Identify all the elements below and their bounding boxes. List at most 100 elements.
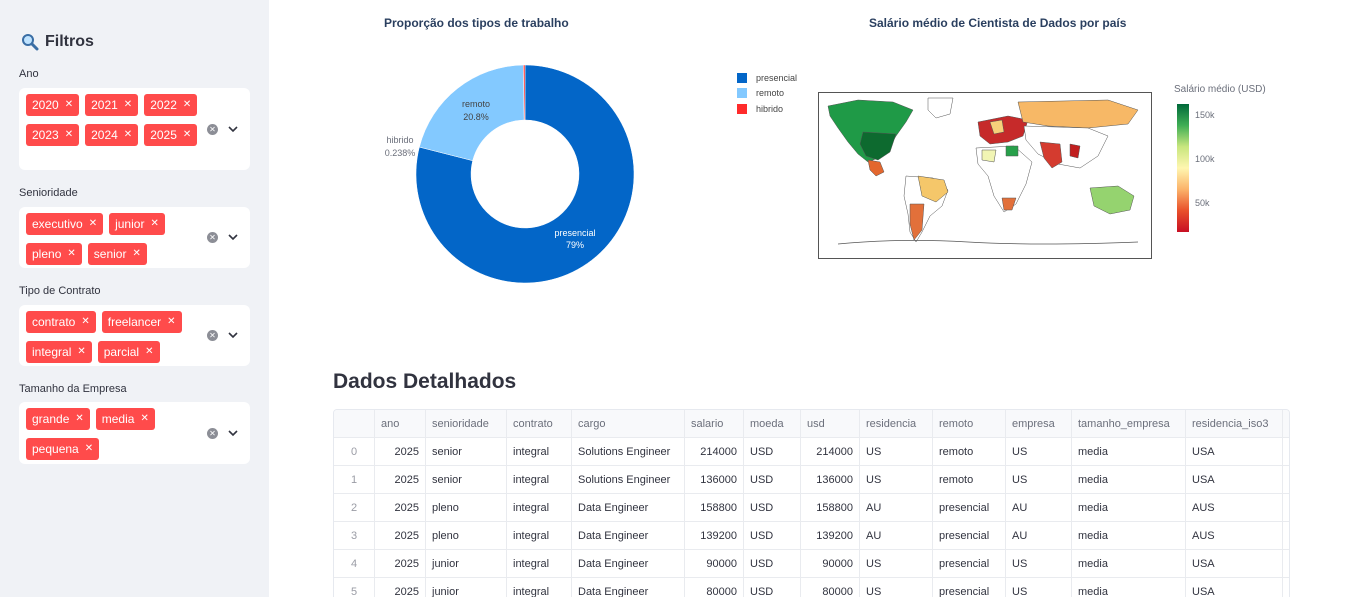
table-cell: US [860,438,933,465]
column-header[interactable]: contrato [507,410,572,437]
filter-chip[interactable]: freelancer ✕ [101,311,182,333]
table-cell: USD [744,550,801,577]
table-row[interactable]: 1 2025 senior integral Solutions Engineer 136… [334,466,1289,494]
chip-remove-icon[interactable]: ✕ [65,100,73,110]
donut-label-presencial-name: presencial [554,228,595,238]
multiselect-contrato[interactable]: contrato ✕ freelancer ✕ integral ✕ parcial ✕ ✕ [19,305,250,366]
filter-chip[interactable]: junior ✕ [109,213,165,235]
chip-remove-icon[interactable]: ✕ [65,130,73,140]
table-cell: USA [1186,438,1283,465]
chip-remove-icon[interactable]: ✕ [132,249,140,259]
filter-chip[interactable]: grande ✕ [26,408,90,430]
table-cell: media [1072,578,1186,597]
column-header[interactable] [334,410,375,437]
column-header[interactable]: tamanho_empresa [1072,410,1186,437]
filter-chip[interactable]: 2024 ✕ [85,124,139,146]
region-russia[interactable] [1017,99,1139,129]
column-header[interactable]: residencia [860,410,933,437]
column-header[interactable]: cargo [572,410,685,437]
colorbar-tick: 50k [1195,198,1210,208]
filter-chip[interactable]: senior ✕ [87,243,147,265]
chevron-down-icon[interactable] [228,124,238,134]
column-header[interactable]: salario [685,410,744,437]
filter-chip[interactable]: parcial ✕ [97,341,160,363]
column-header[interactable]: usd [801,410,860,437]
section-title: Dados Detalhados [333,370,517,393]
column-header[interactable]: ano [375,410,426,437]
chip-remove-icon[interactable]: ✕ [124,100,132,110]
table-cell: junior [426,550,507,577]
colorbar [1177,104,1189,232]
chip-remove-icon[interactable]: ✕ [75,414,83,424]
column-header[interactable]: senioridade [426,410,507,437]
data-table[interactable]: ano senioridade contrato cargo salario moeda u… [333,409,1290,597]
chip-remove-icon[interactable]: ✕ [124,130,132,140]
filter-chip[interactable]: 2020 ✕ [26,94,80,116]
chevron-down-icon[interactable] [228,428,238,438]
region-egypt[interactable] [1005,145,1019,157]
multiselect-ano[interactable]: 2020 ✕ 2021 ✕ 2022 ✕ 2023 ✕ 2024 ✕ 2025 ✕ ✕ [19,88,250,170]
chip-remove-icon[interactable]: ✕ [89,219,97,229]
chip-remove-icon[interactable]: ✕ [67,249,75,259]
donut-label-hibrido-pct: 0.238% [385,148,416,158]
chip-remove-icon[interactable]: ✕ [167,317,175,327]
chip-remove-icon[interactable]: ✕ [145,347,153,357]
clear-icon[interactable]: ✕ [207,232,218,243]
chip-remove-icon[interactable]: ✕ [183,130,191,140]
filter-chip[interactable]: 2021 ✕ [85,94,139,116]
table-row[interactable]: 4 2025 junior integral Data Engineer 90000 USD… [334,550,1289,578]
filter-chip[interactable]: media ✕ [95,408,155,430]
filter-chip[interactable]: executivo ✕ [26,213,104,235]
chip-remove-icon[interactable]: ✕ [85,444,93,454]
legend-item-remoto[interactable]: remoto [737,88,784,98]
column-header[interactable]: empresa [1006,410,1072,437]
column-header[interactable]: remoto [933,410,1006,437]
clear-icon[interactable]: ✕ [207,330,218,341]
chip-remove-icon[interactable]: ✕ [77,347,85,357]
multiselect-senioridade[interactable]: executivo ✕ junior ✕ pleno ✕ senior ✕ ✕ [19,207,250,268]
legend-item-presencial[interactable]: presencial [737,73,797,83]
chip-remove-icon[interactable]: ✕ [183,100,191,110]
chip-remove-icon[interactable]: ✕ [81,317,89,327]
chevron-down-icon[interactable] [228,330,238,340]
table-cell: integral [507,438,572,465]
chevron-down-icon[interactable] [228,232,238,242]
chip-label: 2022 [150,98,177,112]
column-header[interactable]: moeda [744,410,801,437]
table-cell: 139200 [685,522,744,549]
table-cell: USA [1186,578,1283,597]
app: Filtros Ano 2020 ✕ 2021 ✕ 2022 ✕ 2023 ✕ 2024 ✕ 202… [0,0,1354,597]
filter-chip[interactable]: pleno ✕ [26,243,82,265]
clear-icon[interactable]: ✕ [207,124,218,135]
column-header[interactable]: residencia_iso3 [1186,410,1283,437]
clear-icon[interactable]: ✕ [207,428,218,439]
legend-label: remoto [756,88,785,98]
table-cell: 158800 [685,494,744,521]
table-cell: USA [1186,550,1283,577]
chip-remove-icon[interactable]: ✕ [150,219,158,229]
filter-chip[interactable]: pequena ✕ [26,438,100,460]
chips-senioridade: executivo ✕ junior ✕ pleno ✕ senior ✕ [26,213,206,265]
chip-label: 2023 [32,128,59,142]
colorbar-tick: 100k [1195,154,1215,164]
table-cell: 2025 [375,494,426,521]
table-row[interactable]: 0 2025 senior integral Solutions Engineer 214… [334,438,1289,466]
filter-chip[interactable]: 2023 ✕ [26,124,80,146]
chip-remove-icon[interactable]: ✕ [140,414,148,424]
world-map[interactable] [818,92,1152,259]
table-row[interactable]: 3 2025 pleno integral Data Engineer 139200 USD… [334,522,1289,550]
filter-chip[interactable]: 2022 ✕ [144,94,198,116]
multiselect-tamanho[interactable]: grande ✕ media ✕ pequena ✕ ✕ [19,402,250,464]
table-row[interactable]: 5 2025 junior integral Data Engineer 80000 USD… [334,578,1289,597]
chip-label: 2025 [150,128,177,142]
filter-chip[interactable]: 2025 ✕ [144,124,198,146]
table-cell: 214000 [801,438,860,465]
region-algeria[interactable] [981,149,997,163]
legend-item-hibrido[interactable]: hibrido [737,104,783,114]
filter-chip[interactable]: integral ✕ [26,341,92,363]
filter-chip[interactable]: contrato ✕ [26,311,96,333]
table-cell: integral [507,522,572,549]
table-row[interactable]: 2 2025 pleno integral Data Engineer 158800 USD… [334,494,1289,522]
region-southeast-asia[interactable] [1069,143,1081,159]
row-index: 1 [334,466,375,493]
